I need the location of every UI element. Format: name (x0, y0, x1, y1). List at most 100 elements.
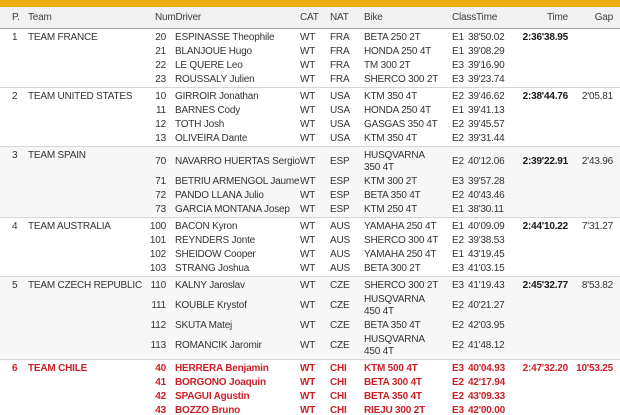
position-cell: 1 (0, 29, 22, 88)
header-num-driver: NumDriver (146, 7, 292, 29)
rider-number: 11 (146, 104, 166, 118)
rider-class: E2 (440, 293, 460, 319)
rider-class: E3 (440, 175, 460, 189)
team-total-time: 2:36'38.95 (512, 29, 570, 88)
rider-time: 40'04.93 (460, 360, 512, 377)
rider-category: WT (292, 104, 320, 118)
team-gap: 2'05.81 (570, 88, 620, 147)
rider-time: 39'31.44 (460, 132, 512, 147)
rider-class: E2 (440, 333, 460, 360)
rider-category: WT (292, 248, 320, 262)
rider-nationality: USA (320, 104, 352, 118)
rider-number: 113 (146, 333, 166, 360)
rider-class: E1 (440, 248, 460, 262)
rider-number: 101 (146, 234, 166, 248)
rider-number: 102 (146, 248, 166, 262)
rider-name: HERRERA Benjamin (166, 360, 292, 377)
rider-category: WT (292, 360, 320, 377)
rider-name: GARCIA MONTANA Josep (166, 203, 292, 218)
rider-number: 71 (146, 175, 166, 189)
rider-time: 40'09.09 (460, 218, 512, 235)
rider-bike: KTM 300 2T (352, 175, 440, 189)
rider-number: 23 (146, 73, 166, 88)
rider-category: WT (292, 376, 320, 390)
rider-name: BLANJOUE Hugo (166, 45, 292, 59)
rider-nationality: CHI (320, 360, 352, 377)
rider-name: SHEIDOW Cooper (166, 248, 292, 262)
rider-time: 40'21.27 (460, 293, 512, 319)
rider-number: 10 (146, 88, 166, 105)
rider-class: E3 (440, 360, 460, 377)
rider-name: REYNDERS Jonte (166, 234, 292, 248)
rider-category: WT (292, 319, 320, 333)
rider-number: 12 (146, 118, 166, 132)
rider-class: E2 (440, 132, 460, 147)
rider-name: STRANG Joshua (166, 262, 292, 277)
rider-name: BORGONO Joaquin (166, 376, 292, 390)
rider-class: E3 (440, 59, 460, 73)
rider-time: 38'30.11 (460, 203, 512, 218)
rider-bike: BETA 350 4T (352, 319, 440, 333)
rider-nationality: CZE (320, 293, 352, 319)
rider-category: WT (292, 59, 320, 73)
rider-bike: YAMAHA 250 4T (352, 248, 440, 262)
rider-nationality: CZE (320, 319, 352, 333)
team-gap: 7'31.27 (570, 218, 620, 277)
rider-class: E2 (440, 88, 460, 105)
rider-nationality: AUS (320, 234, 352, 248)
rider-number: 112 (146, 319, 166, 333)
rider-class: E2 (440, 234, 460, 248)
rider-number: 13 (146, 132, 166, 147)
rider-bike: HUSQVARNA450 4T (352, 293, 440, 319)
rider-bike: RIEJU 300 2T (352, 404, 440, 415)
rider-name: BOZZO Bruno (166, 404, 292, 415)
team-total-time: 2:45'32.77 (512, 277, 570, 360)
team-total-time: 2:38'44.76 (512, 88, 570, 147)
rider-bike: SHERCO 300 2T (352, 277, 440, 294)
rider-name: ROUSSALY Julien (166, 73, 292, 88)
rider-category: WT (292, 234, 320, 248)
rider-bike: BETA 350 4T (352, 189, 440, 203)
rider-number: 41 (146, 376, 166, 390)
rider-number: 72 (146, 189, 166, 203)
rider-bike: SHERCO 300 2T (352, 73, 440, 88)
rider-category: WT (292, 189, 320, 203)
rider-time: 42'17.94 (460, 376, 512, 390)
rider-name: NAVARRO HUERTAS Sergio (166, 147, 292, 176)
team-block: 3TEAM SPAIN70NAVARRO HUERTAS SergioWTESP… (0, 147, 620, 218)
rider-number: 110 (146, 277, 166, 294)
rider-class: E2 (440, 189, 460, 203)
rider-name: ROMANCIK Jaromir (166, 333, 292, 360)
rider-category: WT (292, 203, 320, 218)
rider-time: 41'19.43 (460, 277, 512, 294)
header-gap: Gap (570, 7, 620, 29)
rider-category: WT (292, 293, 320, 319)
rider-nationality: FRA (320, 73, 352, 88)
header-row: P. Team NumDriver CAT NAT Bike ClassTime… (0, 7, 620, 29)
rider-class: E1 (440, 104, 460, 118)
rider-nationality: USA (320, 118, 352, 132)
team-block: 6TEAM CHILE40HERRERA BenjaminWTCHIKTM 50… (0, 360, 620, 415)
rider-row: 2TEAM UNITED STATES10GIRROIR JonathanWTU… (0, 88, 620, 105)
rider-row: 6TEAM CHILE40HERRERA BenjaminWTCHIKTM 50… (0, 360, 620, 377)
header-cat: CAT (292, 7, 320, 29)
rider-row: 3TEAM SPAIN70NAVARRO HUERTAS SergioWTESP… (0, 147, 620, 176)
rider-time: 42'03.95 (460, 319, 512, 333)
rider-category: WT (292, 118, 320, 132)
header-team: Team (22, 7, 146, 29)
rider-number: 42 (146, 390, 166, 404)
rider-category: WT (292, 45, 320, 59)
rider-bike: KTM 350 4T (352, 88, 440, 105)
results-page: P. Team NumDriver CAT NAT Bike ClassTime… (0, 0, 620, 415)
team-gap: 10'53.25 (570, 360, 620, 415)
rider-bike: HONDA 250 4T (352, 45, 440, 59)
rider-category: WT (292, 29, 320, 46)
rider-class: E2 (440, 376, 460, 390)
rider-time: 43'19.45 (460, 248, 512, 262)
rider-name: SKUTA Matej (166, 319, 292, 333)
team-name: TEAM FRANCE (22, 29, 146, 88)
team-name: TEAM AUSTRALIA (22, 218, 146, 277)
rider-time: 41'48.12 (460, 333, 512, 360)
position-cell: 5 (0, 277, 22, 360)
rider-time: 39'23.74 (460, 73, 512, 88)
